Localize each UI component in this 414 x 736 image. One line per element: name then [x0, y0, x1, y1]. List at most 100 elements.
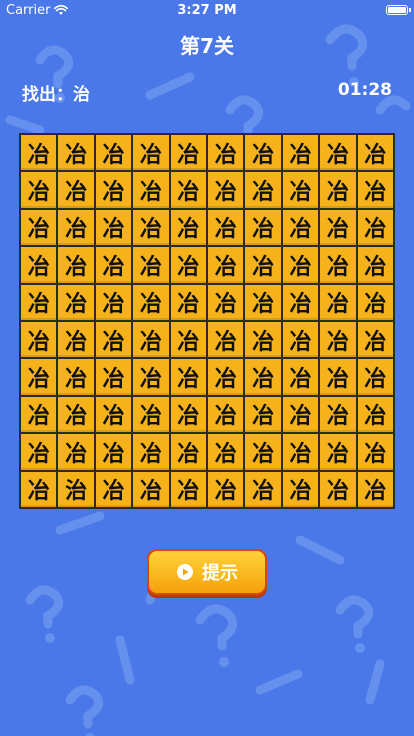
grid-tile[interactable]: 冶 [282, 172, 319, 208]
grid-tile[interactable]: 冶 [21, 396, 57, 433]
grid-tile[interactable]: 冶 [208, 434, 244, 470]
grid-tile[interactable]: 冶 [170, 172, 206, 208]
grid-tile[interactable]: 冶 [282, 135, 319, 171]
grid-tile[interactable]: 冶 [21, 284, 57, 320]
grid-tile[interactable]: 冶 [245, 322, 281, 358]
grid-tile[interactable]: 冶 [58, 209, 94, 246]
grid-tile[interactable]: 冶 [320, 322, 356, 358]
grid-tile[interactable]: 冶 [95, 471, 132, 507]
grid-tile[interactable]: 冶 [282, 209, 319, 246]
hint-button[interactable]: 提示 [147, 549, 267, 595]
grid-tile[interactable]: 冶 [133, 322, 169, 358]
grid-tile[interactable]: 冶 [320, 396, 356, 433]
grid-tile[interactable]: 冶 [357, 359, 393, 395]
grid-tile[interactable]: 冶 [58, 135, 94, 171]
grid-tile[interactable]: 冶 [133, 396, 169, 433]
grid-tile[interactable]: 冶 [320, 172, 356, 208]
grid-tile[interactable]: 冶 [357, 172, 393, 208]
grid-tile[interactable]: 冶 [170, 396, 206, 433]
grid-tile[interactable]: 冶 [208, 396, 244, 433]
grid-tile[interactable]: 冶 [282, 396, 319, 433]
grid-tile[interactable]: 冶 [58, 172, 94, 208]
grid-tile[interactable]: 冶 [245, 284, 281, 320]
grid-tile[interactable]: 冶 [282, 284, 319, 320]
grid-tile[interactable]: 冶 [170, 359, 206, 395]
grid-tile[interactable]: 冶 [21, 471, 57, 507]
grid-tile[interactable]: 冶 [170, 471, 206, 507]
grid-tile[interactable]: 冶 [208, 322, 244, 358]
grid-tile[interactable]: 冶 [245, 471, 281, 507]
grid-tile[interactable]: 冶 [320, 471, 356, 507]
grid-tile[interactable]: 冶 [357, 135, 393, 171]
grid-tile[interactable]: 冶 [95, 247, 132, 283]
grid-tile[interactable]: 冶 [95, 172, 132, 208]
grid-tile[interactable]: 冶 [357, 396, 393, 433]
grid-tile[interactable]: 冶 [21, 209, 57, 246]
grid-tile[interactable]: 冶 [320, 284, 356, 320]
grid-tile[interactable]: 冶 [170, 322, 206, 358]
grid-tile[interactable]: 冶 [170, 247, 206, 283]
grid-tile[interactable]: 冶 [208, 135, 244, 171]
grid-tile[interactable]: 冶 [245, 359, 281, 395]
grid-tile[interactable]: 冶 [170, 434, 206, 470]
grid-tile[interactable]: 冶 [95, 135, 132, 171]
grid-tile[interactable]: 冶 [320, 434, 356, 470]
grid-tile[interactable]: 冶 [133, 209, 169, 246]
grid-tile[interactable]: 冶 [357, 434, 393, 470]
grid-tile[interactable]: 冶 [320, 359, 356, 395]
grid-tile[interactable]: 冶 [21, 434, 57, 470]
grid-tile[interactable]: 冶 [282, 322, 319, 358]
grid-tile[interactable]: 冶 [133, 172, 169, 208]
grid-tile[interactable]: 冶 [357, 209, 393, 246]
grid-tile[interactable]: 冶 [208, 359, 244, 395]
grid-tile[interactable]: 冶 [133, 359, 169, 395]
grid-tile[interactable]: 冶 [133, 284, 169, 320]
grid-tile[interactable]: 冶 [21, 135, 57, 171]
grid-tile[interactable]: 冶 [208, 247, 244, 283]
grid-tile[interactable]: 冶 [282, 434, 319, 470]
grid-tile[interactable]: 冶 [95, 359, 132, 395]
grid-tile[interactable]: 冶 [58, 434, 94, 470]
grid-tile[interactable]: 冶 [95, 322, 132, 358]
grid-tile[interactable]: 冶 [282, 359, 319, 395]
grid-tile[interactable]: 冶 [208, 172, 244, 208]
grid-tile[interactable]: 治 [58, 471, 94, 507]
grid-tile[interactable]: 冶 [21, 359, 57, 395]
grid-tile[interactable]: 冶 [282, 247, 319, 283]
grid-tile[interactable]: 冶 [245, 172, 281, 208]
grid-tile[interactable]: 冶 [133, 247, 169, 283]
grid-tile[interactable]: 冶 [245, 434, 281, 470]
grid-tile[interactable]: 冶 [95, 209, 132, 246]
grid-tile[interactable]: 冶 [208, 284, 244, 320]
grid-tile[interactable]: 冶 [170, 284, 206, 320]
grid-tile[interactable]: 冶 [208, 471, 244, 507]
grid-tile[interactable]: 冶 [170, 209, 206, 246]
grid-tile[interactable]: 冶 [95, 396, 132, 433]
grid-tile[interactable]: 冶 [357, 247, 393, 283]
grid-tile[interactable]: 冶 [21, 322, 57, 358]
grid-tile[interactable]: 冶 [58, 284, 94, 320]
grid-tile[interactable]: 冶 [21, 172, 57, 208]
grid-tile[interactable]: 冶 [208, 209, 244, 246]
grid-tile[interactable]: 冶 [245, 396, 281, 433]
grid-tile[interactable]: 冶 [21, 247, 57, 283]
grid-tile[interactable]: 冶 [357, 284, 393, 320]
grid-tile[interactable]: 冶 [245, 247, 281, 283]
grid-tile[interactable]: 冶 [95, 434, 132, 470]
grid-tile[interactable]: 冶 [320, 247, 356, 283]
grid-tile[interactable]: 冶 [95, 284, 132, 320]
grid-tile[interactable]: 冶 [357, 471, 393, 507]
grid-tile[interactable]: 冶 [58, 247, 94, 283]
grid-tile[interactable]: 冶 [320, 209, 356, 246]
grid-tile[interactable]: 冶 [58, 322, 94, 358]
grid-tile[interactable]: 冶 [133, 434, 169, 470]
grid-tile[interactable]: 冶 [245, 209, 281, 246]
grid-tile[interactable]: 冶 [357, 322, 393, 358]
grid-tile[interactable]: 冶 [320, 135, 356, 171]
grid-tile[interactable]: 冶 [133, 135, 169, 171]
grid-tile[interactable]: 冶 [58, 359, 94, 395]
grid-tile[interactable]: 冶 [170, 135, 206, 171]
grid-tile[interactable]: 冶 [245, 135, 281, 171]
grid-tile[interactable]: 冶 [282, 471, 319, 507]
grid-tile[interactable]: 冶 [133, 471, 169, 507]
